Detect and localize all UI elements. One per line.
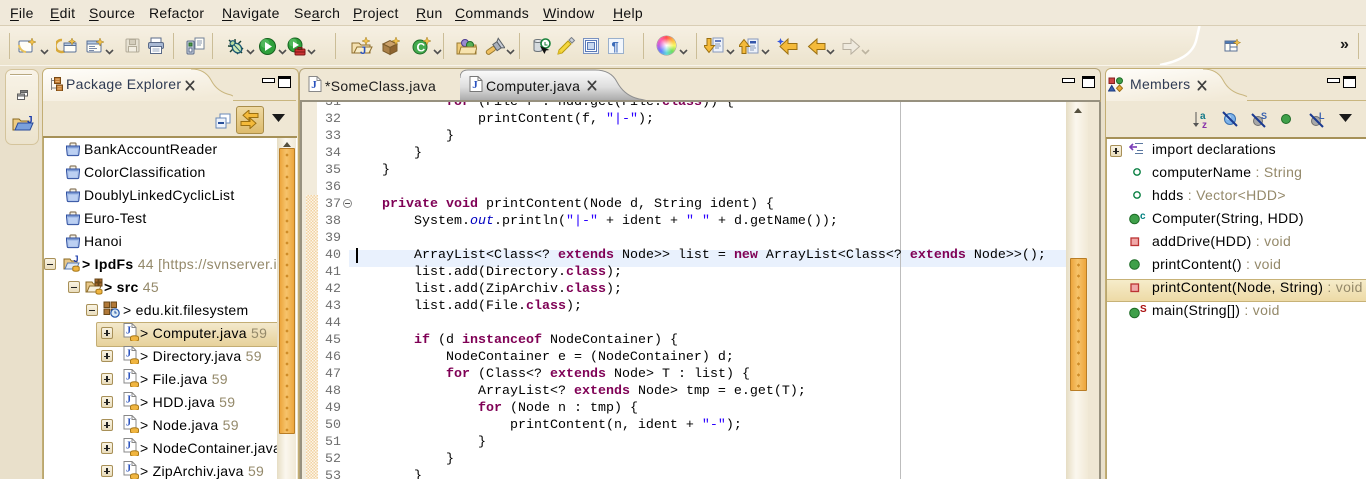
svg-text:¶: ¶: [612, 39, 619, 54]
svg-text:L: L: [1319, 111, 1325, 121]
svg-text:S: S: [1261, 111, 1267, 121]
svg-text:J: J: [126, 418, 131, 429]
svg-text:C: C: [417, 41, 426, 55]
svg-text:S: S: [1140, 304, 1147, 315]
svg-text:J: J: [311, 79, 317, 91]
svg-text:J: J: [126, 372, 131, 383]
svg-text:z: z: [1202, 120, 1207, 129]
svg-text:J: J: [360, 45, 366, 56]
svg-text:J: J: [126, 395, 131, 406]
svg-text:J: J: [126, 464, 131, 475]
svg-text:J: J: [126, 349, 131, 360]
svg-text:c: c: [1140, 211, 1146, 222]
svg-text:J: J: [472, 79, 478, 91]
svg-text:J: J: [126, 326, 131, 337]
svg-text:J: J: [74, 255, 79, 264]
svg-text:J: J: [126, 441, 131, 452]
svg-text:J: J: [27, 115, 33, 126]
